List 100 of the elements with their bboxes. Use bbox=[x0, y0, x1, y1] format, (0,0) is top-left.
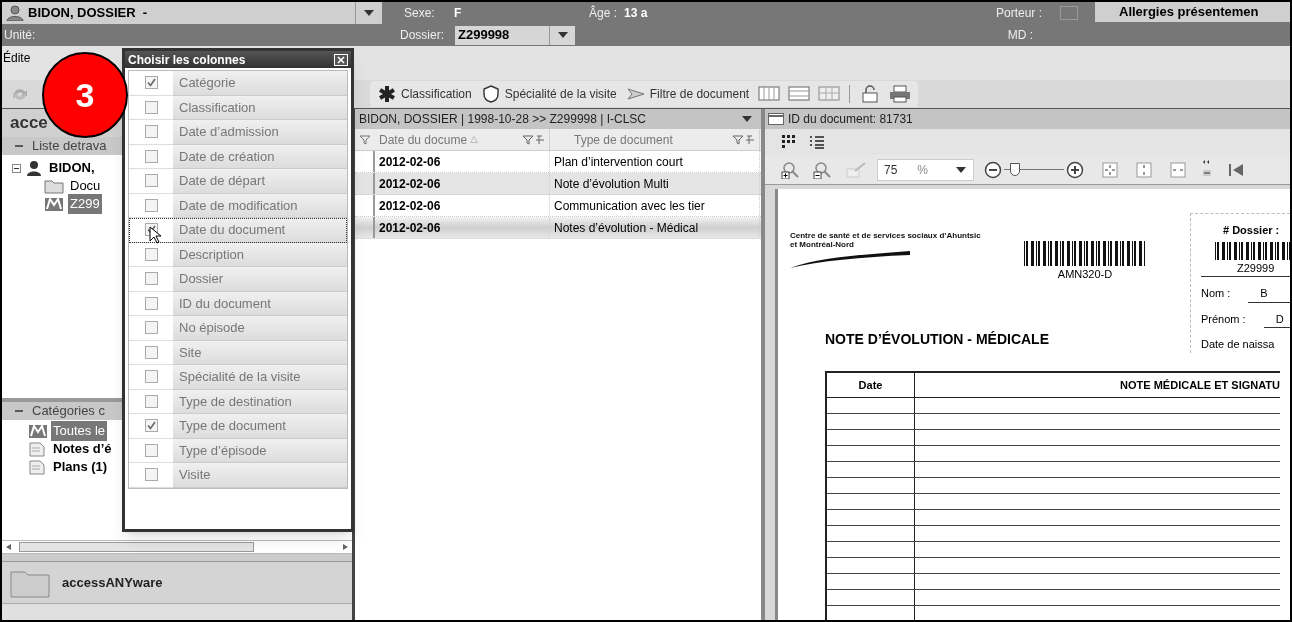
m-letter-icon bbox=[44, 196, 64, 212]
table-header: NOTE MÉDICALE ET SIGNATU bbox=[1120, 377, 1280, 393]
window-icon bbox=[768, 113, 784, 125]
document-icon bbox=[28, 459, 48, 475]
tree-item[interactable]: Docu bbox=[68, 176, 103, 196]
filter-pin-icon[interactable] bbox=[732, 133, 755, 146]
barcode-number: AMN320-D bbox=[1057, 267, 1113, 282]
dossier-label: # Dossier : bbox=[1222, 223, 1281, 238]
field-label: Date de naissa bbox=[1201, 337, 1276, 352]
dropdown-caret-icon bbox=[556, 31, 569, 39]
plus-circle-icon[interactable] bbox=[1066, 160, 1084, 179]
close-icon[interactable] bbox=[334, 53, 348, 66]
table-cell: 2012-02-06 bbox=[375, 173, 550, 194]
table-row[interactable]: 2012-02-06 Note d’évolution Multi bbox=[355, 173, 761, 195]
checkbox[interactable] bbox=[144, 198, 158, 212]
zoom-field[interactable]: 75 % bbox=[877, 158, 974, 181]
field-label: Prénom : bbox=[1201, 311, 1246, 327]
dropdown-caret-icon bbox=[955, 165, 967, 174]
table-header: Date bbox=[827, 373, 915, 397]
category-item[interactable]: Toutes le bbox=[51, 421, 108, 441]
fit-page-icon[interactable] bbox=[1102, 161, 1118, 178]
list-view-icon[interactable] bbox=[809, 135, 825, 149]
table-cell: 2012-02-06 bbox=[375, 217, 550, 238]
sort-icon bbox=[470, 136, 479, 143]
table-cell: Communication avec les tier bbox=[550, 195, 760, 216]
filter-pin-icon[interactable] bbox=[522, 133, 545, 146]
asterisk-icon bbox=[378, 85, 396, 103]
field-value: D bbox=[1263, 310, 1290, 328]
toolbar-button[interactable]: Filtre de document bbox=[622, 82, 754, 106]
porteur-label: Porteur : bbox=[995, 5, 1042, 22]
horizontal-scrollbar[interactable] bbox=[2, 540, 352, 554]
person-icon bbox=[6, 5, 24, 21]
field-label: Nom : bbox=[1201, 286, 1231, 301]
checkbox[interactable] bbox=[144, 394, 158, 408]
table-row[interactable]: 2012-02-06 Communication avec les tier bbox=[355, 195, 761, 217]
checkbox[interactable] bbox=[144, 419, 158, 433]
checkbox[interactable] bbox=[144, 468, 158, 482]
collapse-icon[interactable] bbox=[12, 163, 21, 173]
checkbox[interactable] bbox=[144, 174, 158, 188]
checkbox[interactable] bbox=[144, 76, 158, 90]
scrollbar-thumb[interactable] bbox=[19, 542, 254, 552]
dossier-field[interactable]: Z299998 bbox=[455, 25, 575, 45]
toolbar-button[interactable]: Spécialité de la visite bbox=[477, 82, 621, 106]
arrow-icon bbox=[626, 85, 645, 103]
checkbox[interactable] bbox=[144, 272, 158, 286]
tree-item[interactable]: Z299 bbox=[68, 194, 102, 214]
rows-layout-icon bbox=[788, 85, 811, 103]
checkbox[interactable] bbox=[144, 125, 158, 139]
table-cell: Plan d’intervention court bbox=[550, 151, 760, 172]
select-tool-icon[interactable] bbox=[845, 160, 867, 179]
grid-layout-icon bbox=[818, 85, 841, 103]
porteur-checkbox[interactable] bbox=[1060, 6, 1078, 20]
toolbar-button[interactable]: Classification bbox=[374, 82, 476, 106]
patient-dropdown-button[interactable] bbox=[355, 2, 382, 24]
table-row[interactable]: 2012-02-06 Plan d’intervention court bbox=[355, 151, 761, 173]
menu-item[interactable]: Édite bbox=[2, 49, 32, 67]
table-cell: Note d’évolution Multi bbox=[550, 173, 760, 194]
nav-button[interactable]: accessANYware bbox=[2, 562, 352, 604]
scroll-right-icon[interactable] bbox=[341, 543, 349, 551]
fit-width-icon[interactable] bbox=[1170, 161, 1186, 178]
table-row[interactable]: 2012-02-06 Notes d’évolution - Médical bbox=[355, 217, 761, 239]
table-cell: 2012-02-06 bbox=[375, 195, 550, 216]
column-header[interactable]: Type de document bbox=[550, 129, 760, 150]
dropdown-caret-icon bbox=[741, 115, 753, 123]
checkbox[interactable] bbox=[144, 100, 158, 114]
first-page-icon[interactable] bbox=[1228, 161, 1244, 178]
unit-label: Unité: bbox=[4, 27, 37, 44]
person-icon bbox=[25, 160, 43, 176]
age-value: 13 a bbox=[624, 5, 648, 22]
grid-view-icon[interactable] bbox=[781, 134, 797, 150]
splitter-handle[interactable] bbox=[2, 554, 352, 562]
age-label: Âge : bbox=[589, 4, 619, 22]
minus-circle-icon[interactable] bbox=[984, 160, 1002, 179]
document-heading: NOTE D’ÉVOLUTION - MÉDICALE bbox=[825, 330, 1049, 349]
fit-height-icon[interactable] bbox=[1136, 161, 1152, 178]
category-item[interactable]: Notes d’é bbox=[51, 439, 114, 459]
table-cell: Notes d’évolution - Médical bbox=[550, 217, 760, 238]
checkbox[interactable] bbox=[144, 370, 158, 384]
checkbox[interactable] bbox=[144, 247, 158, 261]
column-header[interactable]: Date du docume bbox=[375, 129, 550, 150]
sex-label: Sexe: bbox=[404, 5, 436, 22]
table-cell: 2012-02-06 bbox=[375, 151, 550, 172]
org-name: Centre de santé et de services sociaux d’Ahuntsic et Montréal-Nord bbox=[790, 231, 982, 249]
category-item[interactable]: Plans (1) bbox=[51, 457, 110, 477]
checkbox[interactable] bbox=[144, 296, 158, 310]
patient-name: BIDON, DOSSIER - bbox=[28, 4, 148, 23]
columns-layout-icon bbox=[758, 85, 781, 103]
dossier-number: Z29999 bbox=[1201, 259, 1290, 277]
field-value: B bbox=[1248, 285, 1290, 303]
md-label: MD : bbox=[1007, 27, 1033, 44]
checkbox[interactable] bbox=[144, 345, 158, 359]
pane-header: BIDON, DOSSIER | 1998-10-28 >> Z299998 | I-CLSC bbox=[355, 109, 761, 129]
tree-item[interactable]: BIDON, bbox=[47, 158, 97, 178]
folder-icon bbox=[44, 178, 64, 194]
slider-thumb[interactable] bbox=[1010, 162, 1020, 176]
checkbox[interactable] bbox=[144, 149, 158, 163]
checkbox[interactable] bbox=[144, 443, 158, 457]
scroll-left-icon[interactable] bbox=[5, 543, 13, 551]
document-icon bbox=[28, 441, 48, 457]
checkbox[interactable] bbox=[144, 321, 158, 335]
